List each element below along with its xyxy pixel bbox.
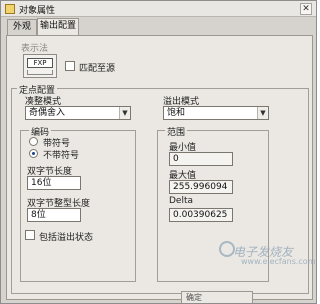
word-length-value: 16位	[31, 178, 52, 188]
fxp-icon: FXP	[27, 58, 53, 68]
delta-value: 0.00390625	[173, 210, 228, 220]
overflow-mode-select[interactable]: 饱和 ▼	[163, 106, 269, 120]
signed-radio[interactable]	[29, 137, 38, 146]
tab-appearance[interactable]: 外观	[7, 19, 37, 35]
tab-appearance-label: 外观	[12, 22, 31, 32]
min-value: 0	[173, 154, 179, 164]
tab-output-config[interactable]: 输出配置	[37, 18, 79, 36]
fxp-icon-base	[27, 70, 53, 75]
representation-label: 表示法	[21, 44, 49, 54]
rounding-mode-value: 奇偶舍入	[29, 108, 66, 118]
word-length-input[interactable]: 16位	[27, 176, 81, 190]
chevron-down-icon: ▼	[119, 107, 130, 119]
unsigned-radio[interactable]	[29, 149, 38, 158]
max-value: 255.996094	[173, 182, 228, 192]
watermark-url: www.elecfans.com	[241, 257, 316, 266]
overflow-mode-value: 饱和	[167, 108, 186, 118]
close-button[interactable]: ✕	[300, 3, 312, 15]
title-bar: 对象属性 ✕	[1, 1, 316, 17]
tab-output-config-label: 输出配置	[39, 21, 76, 31]
include-overflow-status-checkbox[interactable]	[25, 230, 35, 240]
delta-field: 0.00390625	[169, 208, 233, 222]
delta-label: Delta	[169, 196, 194, 206]
max-value-field: 255.996094	[169, 180, 233, 194]
fxp-representation-button[interactable]: FXP	[23, 54, 57, 78]
unsigned-label: 不带符号	[43, 151, 80, 161]
match-source-label: 匹配至源	[79, 64, 116, 74]
match-source-checkbox[interactable]	[65, 61, 75, 71]
watermark: 电子发烧友 www.elecfans.com	[189, 241, 317, 303]
min-value-field: 0	[169, 152, 233, 166]
rounding-mode-select[interactable]: 奇偶舍入 ▼	[25, 106, 131, 120]
window-title: 对象属性	[19, 6, 56, 16]
integer-word-length-value: 8位	[31, 210, 46, 220]
range-label: 范围	[165, 125, 188, 138]
app-icon	[5, 4, 15, 14]
chevron-down-icon: ▼	[257, 107, 268, 119]
integer-word-length-input[interactable]: 8位	[27, 208, 81, 222]
dialog-window: 对象属性 ✕ 外观 输出配置 表示法 FXP 匹配至源 定点配置 凑整模式 奇偶…	[0, 0, 317, 304]
include-overflow-status-label: 包括溢出状态	[39, 233, 94, 243]
